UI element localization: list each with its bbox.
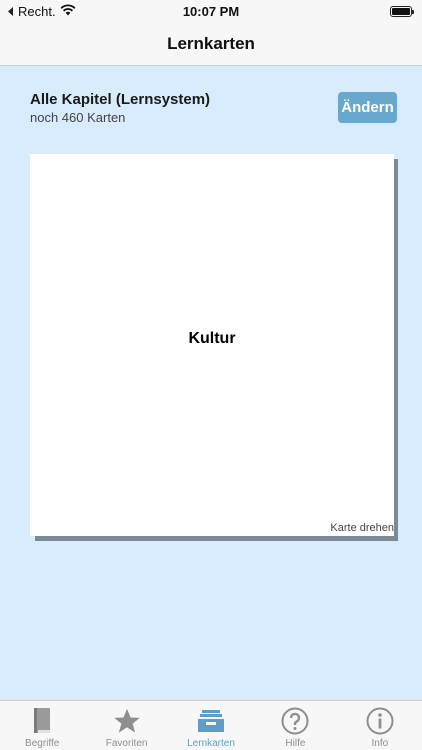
status-bar: Recht. 10:07 PM bbox=[0, 0, 422, 24]
tab-begriffe[interactable]: Begriffe bbox=[0, 701, 84, 750]
tab-label: Favoriten bbox=[105, 738, 148, 749]
tab-label: Lernkarten bbox=[187, 738, 235, 749]
navigation-bar: Lernkarten bbox=[0, 24, 422, 66]
flip-card-button[interactable]: Karte drehen bbox=[330, 522, 394, 534]
page-title: Lernkarten bbox=[167, 34, 255, 53]
tab-label: Hilfe bbox=[285, 738, 306, 749]
question-icon bbox=[280, 706, 310, 736]
status-time: 10:07 PM bbox=[182, 4, 240, 19]
info-icon bbox=[365, 706, 395, 736]
change-button[interactable]: Ändern bbox=[338, 92, 397, 123]
tab-label: Info bbox=[371, 738, 389, 749]
book-icon bbox=[27, 706, 57, 736]
tab-label: Begriffe bbox=[25, 738, 60, 749]
tab-info[interactable]: Info bbox=[338, 701, 422, 750]
card-box-icon bbox=[196, 706, 226, 736]
flashcard-area: Alle Kapitel (Lernsystem) noch 460 Karte… bbox=[0, 66, 422, 700]
tab-bar: Begriffe Favoriten Lernkarten Hilfe Info bbox=[0, 700, 422, 750]
remaining-cards-count: noch 460 Karten bbox=[30, 110, 126, 125]
deck-title: Alle Kapitel (Lernsystem) bbox=[30, 91, 211, 108]
star-icon bbox=[112, 706, 142, 736]
flashcard[interactable]: Kultur Karte drehen bbox=[30, 154, 394, 536]
tab-lernkarten[interactable]: Lernkarten bbox=[169, 701, 253, 750]
card-term: Kultur bbox=[188, 330, 236, 347]
tab-hilfe[interactable]: Hilfe bbox=[253, 701, 337, 750]
battery-icon bbox=[390, 6, 414, 17]
tab-favoriten[interactable]: Favoriten bbox=[84, 701, 168, 750]
